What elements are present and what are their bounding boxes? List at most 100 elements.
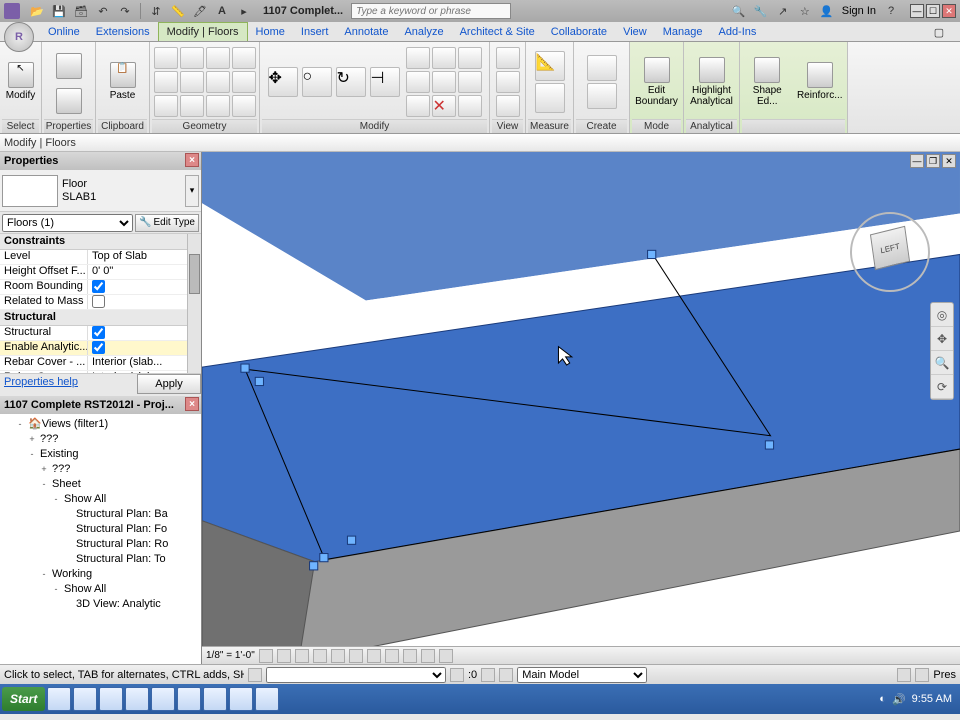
steering-wheel-icon[interactable]: ◎ (931, 303, 953, 327)
detail-level-icon[interactable] (259, 649, 273, 663)
tab-manage[interactable]: Manage (655, 23, 711, 41)
properties-help-link[interactable]: Properties help (0, 374, 137, 394)
editable-icon[interactable] (481, 668, 495, 682)
analytical-icon[interactable] (439, 649, 453, 663)
view2-icon[interactable] (496, 95, 520, 117)
reinforcement-button[interactable]: Reinforc... (795, 46, 846, 118)
viewcube[interactable]: LEFT (850, 212, 930, 292)
scrollbar[interactable] (187, 234, 201, 373)
task-item[interactable] (255, 687, 279, 711)
room-bounding-checkbox[interactable] (92, 280, 105, 293)
tree-leaf[interactable]: Structural Plan: To (2, 551, 199, 566)
ribbon-collapse-icon[interactable]: ▢ (929, 23, 949, 41)
align-icon[interactable] (406, 47, 430, 69)
geo2-icon[interactable] (180, 95, 204, 117)
tree-node[interactable]: -Show All (2, 491, 199, 506)
selection-filter-select[interactable] (266, 667, 446, 683)
visual-style-icon[interactable] (277, 649, 291, 663)
model-canvas[interactable] (202, 152, 960, 658)
workset-icon[interactable] (450, 668, 464, 682)
wall-join-icon[interactable] (180, 71, 204, 93)
app-icon[interactable] (4, 3, 20, 19)
tab-extensions[interactable]: Extensions (88, 23, 158, 41)
app-menu-button[interactable]: R (4, 22, 34, 52)
maximize-button[interactable]: ☐ (926, 4, 940, 18)
qat-dim-icon[interactable]: 🖊 (190, 2, 210, 20)
highlight-analytical-button[interactable]: Highlight Analytical (686, 46, 737, 118)
tree-node[interactable]: -Show All (2, 581, 199, 596)
task-item[interactable] (229, 687, 253, 711)
model-icon[interactable] (499, 668, 513, 682)
type-selector[interactable]: Floor SLAB1 ▾ (0, 170, 201, 212)
category-structural[interactable]: Structural✶ (0, 310, 201, 326)
sun-path-icon[interactable] (295, 649, 309, 663)
tree-node[interactable]: -Sheet (2, 476, 199, 491)
tab-home[interactable]: Home (248, 23, 293, 41)
geo4-icon[interactable] (232, 95, 256, 117)
crop-icon[interactable] (349, 649, 363, 663)
favorite-icon[interactable]: ☆ (795, 2, 815, 20)
qat-undo-icon[interactable]: ↶ (93, 2, 113, 20)
exchange-icon[interactable]: ↗ (773, 2, 793, 20)
close-icon[interactable]: × (185, 397, 199, 411)
tab-annotate[interactable]: Annotate (336, 23, 396, 41)
search-input[interactable] (351, 3, 511, 19)
qat-save-icon[interactable]: 💾 (49, 2, 69, 20)
task-item[interactable] (203, 687, 227, 711)
edit-boundary-button[interactable]: Edit Boundary (632, 46, 681, 118)
search-icon[interactable]: 🔍 (729, 2, 749, 20)
design-options-icon[interactable] (897, 668, 911, 682)
create-similar-icon[interactable] (587, 55, 617, 81)
crop-region-icon[interactable] (367, 649, 381, 663)
properties-button[interactable] (47, 48, 91, 84)
move-icon[interactable]: ✥ (268, 67, 298, 97)
viewport[interactable]: — ❐ ✕ LEFT ◎ ✥ 🔍 ⟳ (202, 152, 960, 664)
tree-node[interactable]: +??? (2, 461, 199, 476)
split-icon[interactable] (154, 71, 178, 93)
tree-leaf[interactable]: 3D View: Analytic (2, 596, 199, 611)
copy-icon[interactable]: ○ (302, 67, 332, 97)
type-properties-button[interactable] (54, 86, 84, 116)
scale-icon[interactable] (432, 71, 456, 93)
create-group-icon[interactable] (587, 83, 617, 109)
instance-filter-select[interactable]: Floors (1) (2, 214, 133, 232)
category-constraints[interactable]: Constraints✶ (0, 234, 201, 250)
related-mass-checkbox[interactable] (92, 295, 105, 308)
hide-icon[interactable] (496, 47, 520, 69)
join-icon[interactable] (206, 47, 230, 69)
structural-checkbox[interactable] (92, 326, 105, 339)
qat-sync-icon[interactable]: ⇵ (146, 2, 166, 20)
measure-icon[interactable]: 📐 (535, 51, 565, 81)
start-button[interactable]: Start (2, 687, 45, 711)
shape-editing-button[interactable]: Shape Ed... (742, 46, 793, 118)
task-item[interactable] (47, 687, 71, 711)
task-item[interactable] (151, 687, 175, 711)
tab-online[interactable]: Online (40, 23, 88, 41)
apply-button[interactable]: Apply (137, 374, 201, 394)
status-icon[interactable] (248, 668, 262, 682)
tab-addins[interactable]: Add-Ins (710, 23, 764, 41)
tab-architect[interactable]: Architect & Site (452, 23, 543, 41)
tree-node[interactable]: -Working (2, 566, 199, 581)
filter-icon[interactable] (915, 668, 929, 682)
view-restore-icon[interactable]: ❐ (926, 154, 940, 168)
minimize-button[interactable]: — (910, 4, 924, 18)
chevron-down-icon[interactable]: ▾ (185, 175, 199, 207)
offset-icon[interactable] (432, 47, 456, 69)
task-item[interactable] (73, 687, 97, 711)
help-icon[interactable]: ? (881, 2, 901, 20)
orbit-icon[interactable]: ⟳ (931, 375, 953, 399)
task-item[interactable] (99, 687, 123, 711)
close-icon[interactable]: × (185, 153, 199, 167)
lock-icon[interactable] (385, 649, 399, 663)
zoom-icon[interactable]: 🔍 (931, 351, 953, 375)
tree-root[interactable]: -🏠 Views (filter1) (2, 416, 199, 431)
geo1-icon[interactable] (154, 95, 178, 117)
task-item[interactable] (125, 687, 149, 711)
tree-leaf[interactable]: Structural Plan: Fo (2, 521, 199, 536)
qat-measure-icon[interactable]: 📏 (168, 2, 188, 20)
system-tray[interactable]: ◐🔊 9:55 AM (879, 693, 958, 706)
sign-in-link[interactable]: Sign In (842, 5, 876, 17)
qat-text-icon[interactable]: A (212, 2, 232, 20)
beam-join-icon[interactable] (232, 71, 256, 93)
